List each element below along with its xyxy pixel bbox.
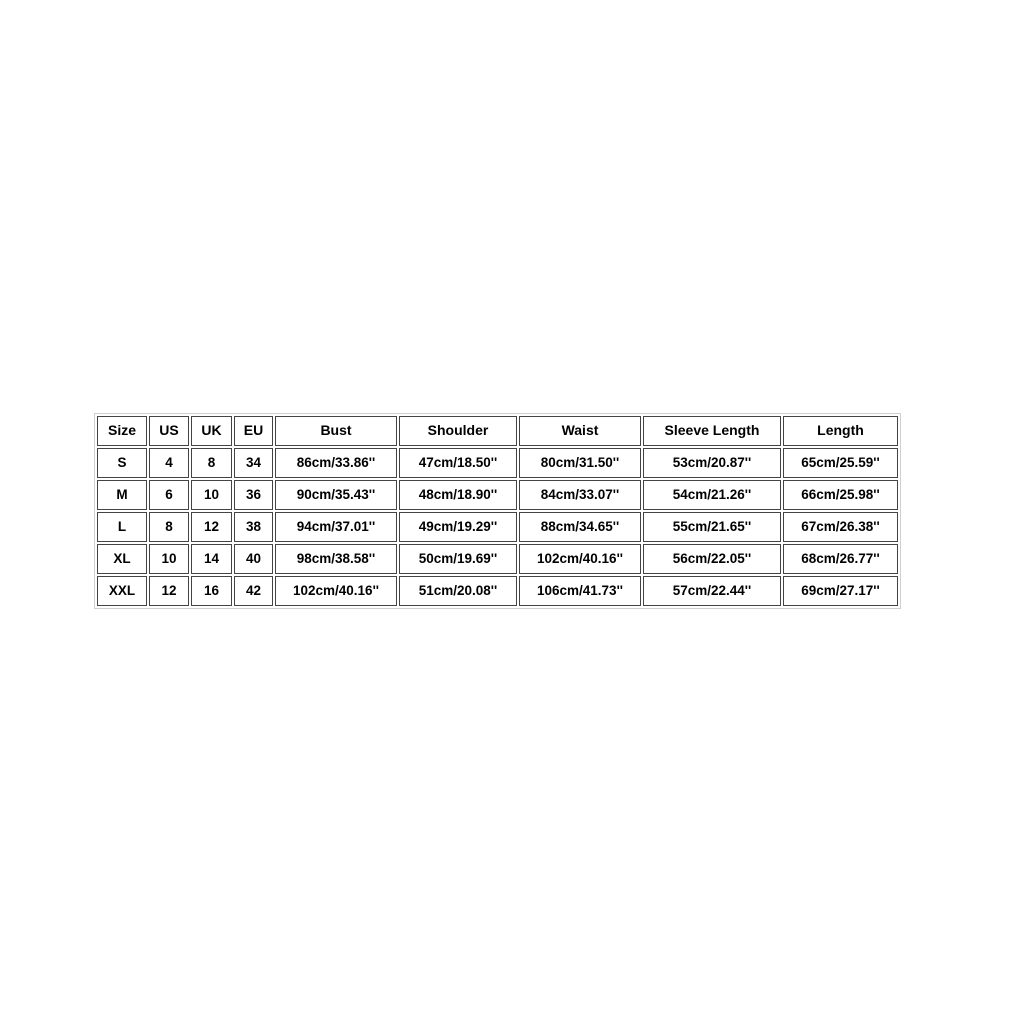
cell-uk: 16 [191,576,232,606]
cell-sleeve-length: 53cm/20.87'' [643,448,781,478]
cell-shoulder: 47cm/18.50'' [399,448,517,478]
cell-waist: 88cm/34.65'' [519,512,641,542]
cell-shoulder: 49cm/19.29'' [399,512,517,542]
cell-eu: 36 [234,480,273,510]
cell-eu: 38 [234,512,273,542]
cell-uk: 14 [191,544,232,574]
cell-uk: 12 [191,512,232,542]
column-header-size: Size [97,416,147,446]
cell-length: 66cm/25.98'' [783,480,898,510]
table-row: L 8 12 38 94cm/37.01'' 49cm/19.29'' 88cm… [97,512,898,542]
cell-bust: 94cm/37.01'' [275,512,397,542]
cell-eu: 40 [234,544,273,574]
column-header-uk: UK [191,416,232,446]
cell-length: 69cm/27.17'' [783,576,898,606]
table-header-row: Size US UK EU Bust Shoulder Waist Sleeve… [97,416,898,446]
column-header-waist: Waist [519,416,641,446]
cell-us: 4 [149,448,189,478]
cell-size: XL [97,544,147,574]
column-header-sleeve-length: Sleeve Length [643,416,781,446]
cell-eu: 34 [234,448,273,478]
column-header-length: Length [783,416,898,446]
cell-size: S [97,448,147,478]
cell-waist: 102cm/40.16'' [519,544,641,574]
table-row: S 4 8 34 86cm/33.86'' 47cm/18.50'' 80cm/… [97,448,898,478]
table-row: M 6 10 36 90cm/35.43'' 48cm/18.90'' 84cm… [97,480,898,510]
table-header: Size US UK EU Bust Shoulder Waist Sleeve… [97,416,898,446]
cell-waist: 106cm/41.73'' [519,576,641,606]
cell-shoulder: 48cm/18.90'' [399,480,517,510]
size-chart-container: Size US UK EU Bust Shoulder Waist Sleeve… [94,413,901,609]
cell-size: XXL [97,576,147,606]
cell-shoulder: 50cm/19.69'' [399,544,517,574]
cell-sleeve-length: 55cm/21.65'' [643,512,781,542]
cell-shoulder: 51cm/20.08'' [399,576,517,606]
cell-length: 65cm/25.59'' [783,448,898,478]
cell-length: 67cm/26.38'' [783,512,898,542]
column-header-us: US [149,416,189,446]
table-row: XL 10 14 40 98cm/38.58'' 50cm/19.69'' 10… [97,544,898,574]
cell-us: 10 [149,544,189,574]
table-row: XXL 12 16 42 102cm/40.16'' 51cm/20.08'' … [97,576,898,606]
cell-us: 12 [149,576,189,606]
cell-size: L [97,512,147,542]
column-header-bust: Bust [275,416,397,446]
table-body: S 4 8 34 86cm/33.86'' 47cm/18.50'' 80cm/… [97,448,898,606]
cell-us: 6 [149,480,189,510]
size-chart-table: Size US UK EU Bust Shoulder Waist Sleeve… [94,413,901,609]
cell-length: 68cm/26.77'' [783,544,898,574]
cell-waist: 80cm/31.50'' [519,448,641,478]
cell-bust: 90cm/35.43'' [275,480,397,510]
column-header-eu: EU [234,416,273,446]
cell-uk: 8 [191,448,232,478]
cell-waist: 84cm/33.07'' [519,480,641,510]
cell-eu: 42 [234,576,273,606]
column-header-shoulder: Shoulder [399,416,517,446]
cell-bust: 86cm/33.86'' [275,448,397,478]
cell-us: 8 [149,512,189,542]
cell-uk: 10 [191,480,232,510]
cell-sleeve-length: 57cm/22.44'' [643,576,781,606]
cell-sleeve-length: 54cm/21.26'' [643,480,781,510]
cell-sleeve-length: 56cm/22.05'' [643,544,781,574]
cell-size: M [97,480,147,510]
cell-bust: 98cm/38.58'' [275,544,397,574]
cell-bust: 102cm/40.16'' [275,576,397,606]
